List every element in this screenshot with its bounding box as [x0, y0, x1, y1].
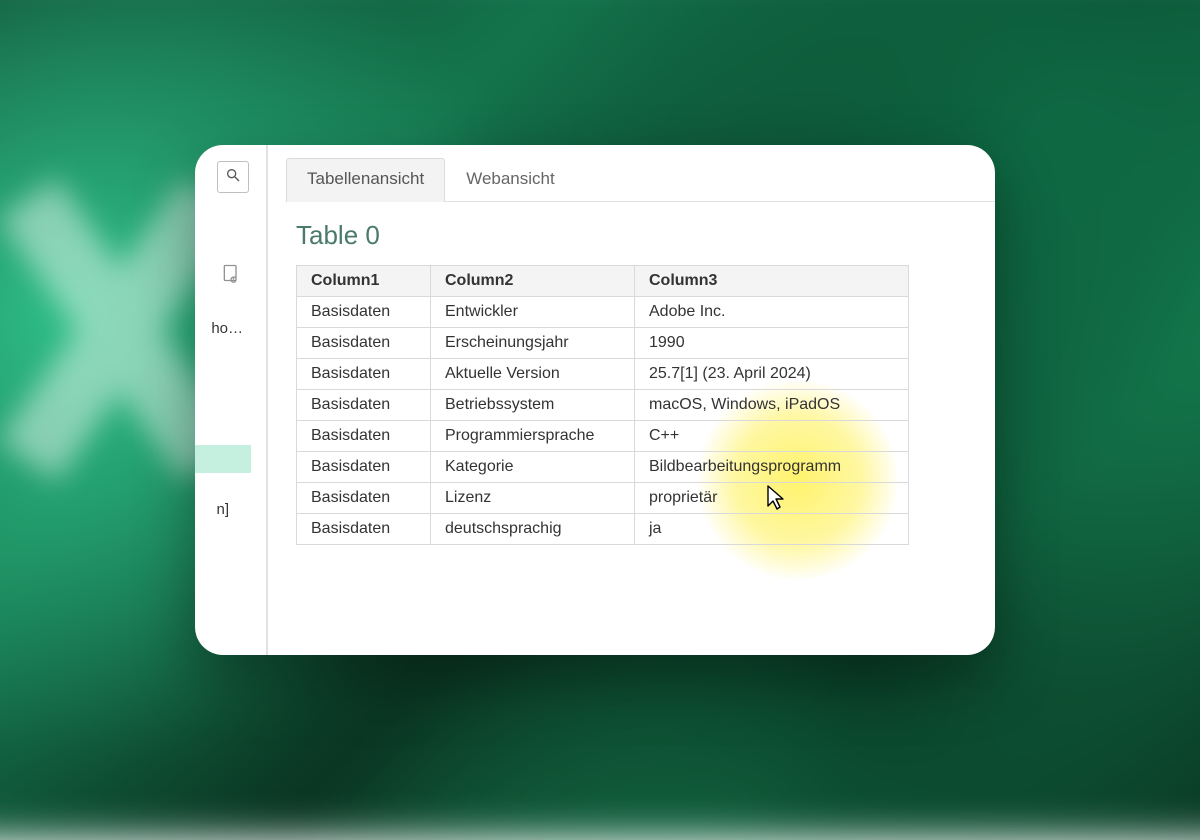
cell[interactable]: Basisdaten: [297, 359, 431, 390]
cell[interactable]: Basisdaten: [297, 421, 431, 452]
cell[interactable]: Erscheinungsjahr: [431, 328, 635, 359]
app-window: ho… n] Tabellenansicht Webansicht Table …: [195, 145, 995, 655]
tab-web-view-label: Webansicht: [466, 169, 555, 188]
cell[interactable]: ja: [635, 514, 909, 545]
cell[interactable]: 25.7[1] (23. April 2024): [635, 359, 909, 390]
refresh-page-icon[interactable]: [221, 263, 241, 283]
table-row[interactable]: Basisdaten Kategorie Bildbearbeitungspro…: [297, 452, 909, 483]
cell[interactable]: Basisdaten: [297, 483, 431, 514]
cell[interactable]: Programmiersprache: [431, 421, 635, 452]
cell[interactable]: Basisdaten: [297, 390, 431, 421]
cell[interactable]: Basisdaten: [297, 328, 431, 359]
main-content: Tabellenansicht Webansicht Table 0 Colum…: [268, 145, 995, 655]
cell[interactable]: Aktuelle Version: [431, 359, 635, 390]
cell[interactable]: Kategorie: [431, 452, 635, 483]
table-row[interactable]: Basisdaten deutschsprachig ja: [297, 514, 909, 545]
tab-table-view[interactable]: Tabellenansicht: [286, 158, 445, 202]
search-icon: [225, 167, 241, 188]
cell[interactable]: Entwickler: [431, 297, 635, 328]
tab-web-view[interactable]: Webansicht: [445, 158, 576, 202]
col-header-2[interactable]: Column2: [431, 266, 635, 297]
cell[interactable]: Bildbearbeitungsprogramm: [635, 452, 909, 483]
col-header-3[interactable]: Column3: [635, 266, 909, 297]
table-row[interactable]: Basisdaten Aktuelle Version 25.7[1] (23.…: [297, 359, 909, 390]
cell[interactable]: Basisdaten: [297, 514, 431, 545]
sidebar: ho… n]: [195, 145, 267, 655]
table-row[interactable]: Basisdaten Programmiersprache C++: [297, 421, 909, 452]
table-row[interactable]: Basisdaten Betriebssystem macOS, Windows…: [297, 390, 909, 421]
sidebar-cut-label-2: n]: [195, 501, 229, 518]
cell[interactable]: Basisdaten: [297, 297, 431, 328]
cell[interactable]: 1990: [635, 328, 909, 359]
search-button[interactable]: [217, 161, 249, 193]
cell[interactable]: C++: [635, 421, 909, 452]
sidebar-cut-label-1: ho…: [195, 320, 243, 337]
cell[interactable]: Adobe Inc.: [635, 297, 909, 328]
cell[interactable]: Basisdaten: [297, 452, 431, 483]
cell[interactable]: deutschsprachig: [431, 514, 635, 545]
table-row[interactable]: Basisdaten Erscheinungsjahr 1990: [297, 328, 909, 359]
table-title: Table 0: [296, 220, 995, 251]
table-row[interactable]: Basisdaten Lizenz proprietär: [297, 483, 909, 514]
cell[interactable]: Betriebssystem: [431, 390, 635, 421]
col-header-1[interactable]: Column1: [297, 266, 431, 297]
table-row[interactable]: Basisdaten Entwickler Adobe Inc.: [297, 297, 909, 328]
table-header-row: Column1 Column2 Column3: [297, 266, 909, 297]
data-table[interactable]: Column1 Column2 Column3 Basisdaten Entwi…: [296, 265, 909, 545]
cell[interactable]: proprietär: [635, 483, 909, 514]
sidebar-selected-item[interactable]: [195, 445, 251, 473]
cell[interactable]: macOS, Windows, iPadOS: [635, 390, 909, 421]
tab-bar: Tabellenansicht Webansicht: [286, 157, 995, 202]
tab-table-view-label: Tabellenansicht: [307, 169, 424, 188]
cell[interactable]: Lizenz: [431, 483, 635, 514]
